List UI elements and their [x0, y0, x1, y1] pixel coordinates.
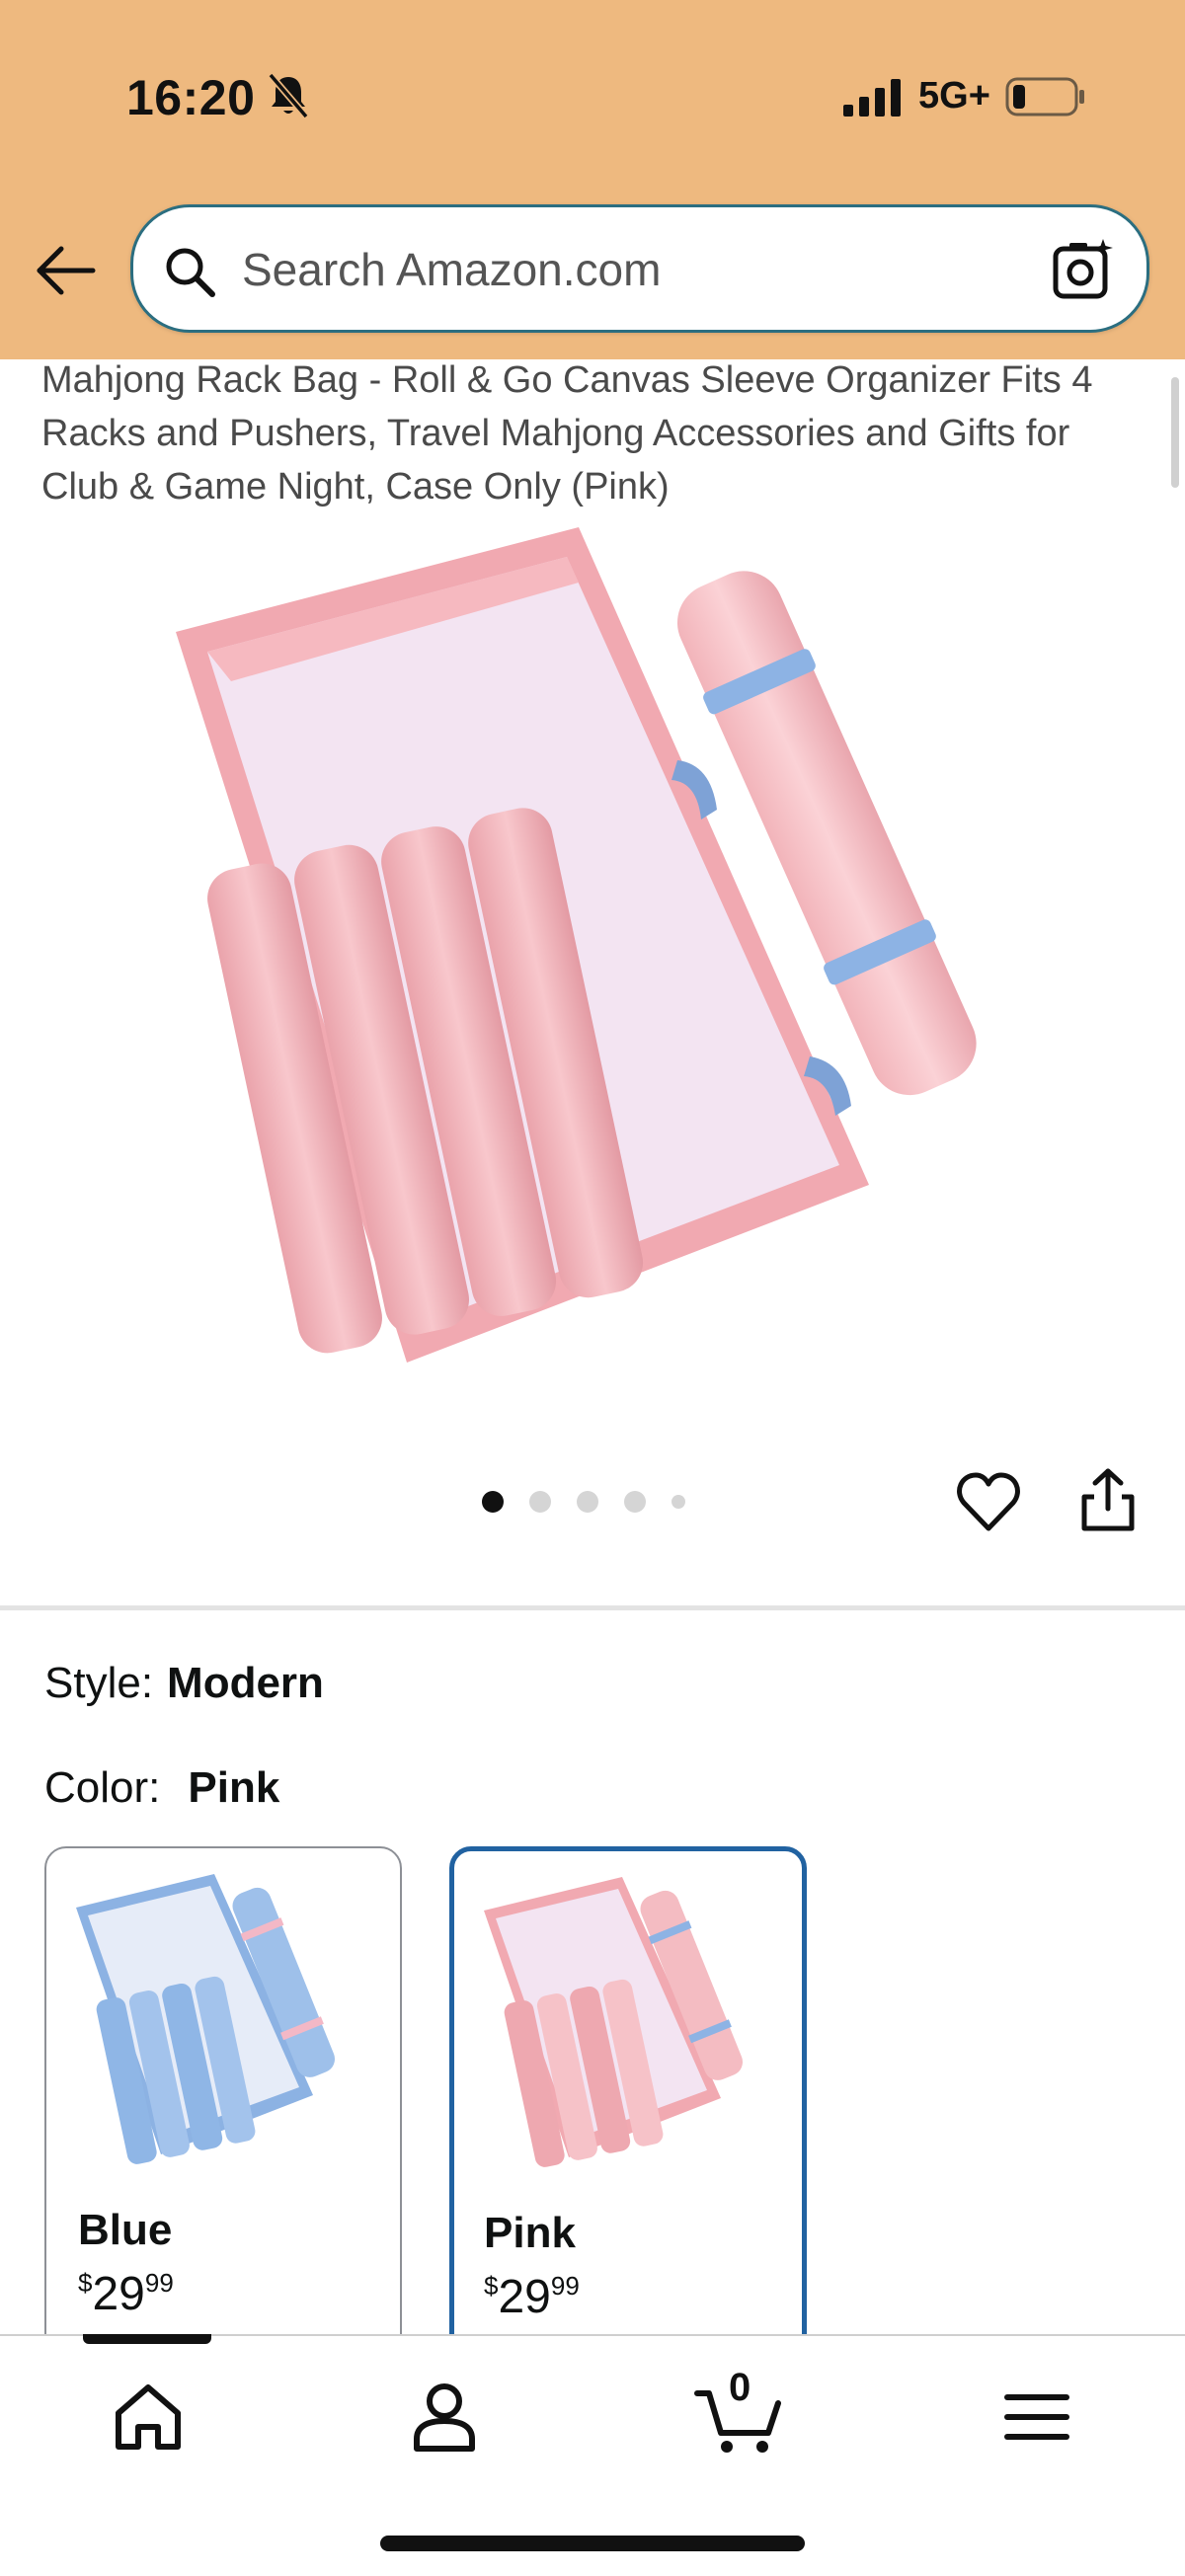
carousel-dot[interactable] [577, 1491, 598, 1513]
battery-icon [1005, 77, 1084, 117]
heart-icon[interactable] [956, 1471, 1021, 1534]
price-symbol: $ [484, 2271, 499, 2301]
price-whole: 29 [92, 2268, 145, 2320]
price-symbol: $ [78, 2268, 93, 2298]
account-icon[interactable] [405, 2378, 484, 2457]
price-fraction: 99 [550, 2271, 580, 2301]
image-carousel-dots[interactable] [482, 1489, 711, 1515]
search-bar[interactable] [130, 204, 1149, 333]
cart-button[interactable]: 0 [693, 2366, 784, 2457]
style-selector: Style: Modern [44, 1659, 324, 1708]
color-swatch-blue[interactable]: Blue $2999 [44, 1846, 402, 2360]
swatch-image-blue [76, 1874, 336, 2164]
home-icon[interactable] [109, 2378, 188, 2457]
status-time: 16:20 [126, 70, 256, 125]
style-label: Style: [44, 1659, 154, 1707]
menu-icon[interactable] [997, 2378, 1076, 2457]
active-tab-indicator [83, 2334, 211, 2344]
swatch-price: $2999 [78, 2267, 174, 2321]
home-indicator-bar[interactable] [380, 2536, 805, 2551]
signal-strength-icon [843, 79, 901, 117]
scrollbar[interactable] [1171, 377, 1179, 488]
carousel-dot[interactable] [672, 1495, 685, 1509]
color-label: Color: [44, 1763, 161, 1812]
price-fraction: 99 [144, 2268, 174, 2298]
carousel-dot[interactable] [624, 1491, 646, 1513]
swatch-name: Blue [78, 2206, 173, 2254]
price-whole: 29 [498, 2271, 551, 2323]
swatch-image-pink [484, 1877, 744, 2167]
camera-lens-icon[interactable] [1052, 237, 1117, 302]
search-input[interactable] [242, 235, 1032, 304]
product-title[interactable]: Mahjong Rack Bag - Roll & Go Canvas Slee… [41, 353, 1147, 513]
color-value: Pink [188, 1763, 280, 1812]
cart-count: 0 [729, 2366, 751, 2409]
share-icon[interactable] [1078, 1467, 1138, 1532]
color-swatch-pink[interactable]: Pink $2999 [449, 1846, 807, 2360]
product-image[interactable] [148, 513, 1037, 1382]
swatch-price: $2999 [484, 2270, 580, 2324]
network-type: 5G+ [918, 75, 990, 117]
back-arrow-icon[interactable] [34, 241, 97, 300]
carousel-dot[interactable] [482, 1491, 504, 1513]
swatch-name: Pink [484, 2209, 576, 2257]
section-divider [0, 1605, 1185, 1610]
top-header: 16:20 5G+ [0, 0, 1185, 359]
color-selector: Color: Pink [44, 1763, 279, 1813]
bell-muted-icon [268, 72, 309, 119]
style-value: Modern [167, 1659, 324, 1707]
carousel-dot[interactable] [529, 1491, 551, 1513]
search-icon [166, 248, 215, 297]
